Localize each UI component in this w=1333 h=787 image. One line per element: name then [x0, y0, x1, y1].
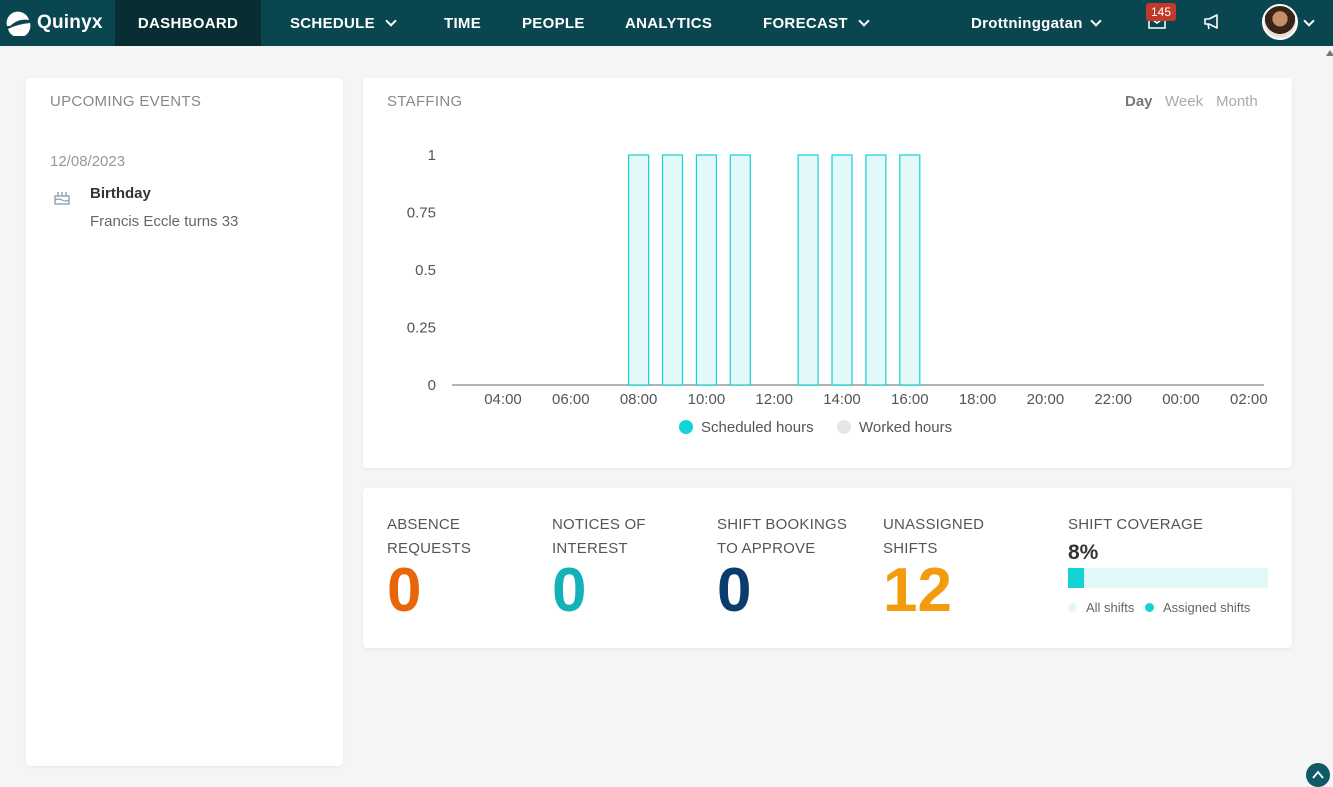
worked-hours-legend-dot — [837, 420, 851, 434]
nav-dashboard-label: DASHBOARD — [137, 14, 239, 32]
x-tick-label: 06:00 — [552, 391, 590, 408]
coverage-legend-all: All shifts — [1068, 600, 1134, 615]
scheduled-hours-bar — [797, 154, 819, 386]
stats-card: ABSENCE REQUESTS 0 NOTICES OF INTEREST 0… — [363, 488, 1292, 648]
top-nav-bar: Quinyx DASHBOARD SCHEDULE TIME PEOPLE AN… — [0, 0, 1333, 46]
nav-people[interactable]: PEOPLE — [522, 0, 585, 46]
nav-schedule[interactable]: SCHEDULE — [290, 0, 397, 46]
page-scrollbar[interactable] — [1324, 46, 1333, 787]
scheduled-hours-bar — [628, 154, 650, 386]
nav-analytics[interactable]: ANALYTICS — [625, 0, 712, 46]
notices-of-interest-stat[interactable]: NOTICES OF INTEREST — [552, 513, 646, 561]
y-tick-label: 0.5 — [415, 262, 436, 279]
scheduled-hours-bar — [729, 154, 751, 386]
megaphone-icon — [1204, 14, 1218, 30]
unit-selector-label: Drottninggatan — [971, 14, 1083, 32]
user-menu-toggle[interactable] — [1303, 12, 1315, 30]
coverage-bar-fill — [1068, 568, 1084, 588]
x-tick-label: 08:00 — [620, 391, 658, 408]
quinyx-logo-icon — [4, 10, 33, 38]
y-tick-label: 0.25 — [407, 320, 436, 337]
unassigned-shifts-stat[interactable]: UNASSIGNED SHIFTS — [883, 513, 984, 561]
nav-forecast[interactable]: FORECAST — [763, 0, 870, 46]
all-shifts-dot — [1068, 603, 1077, 612]
scheduled-hours-bar — [661, 154, 684, 386]
y-tick-label: 1 — [428, 147, 436, 164]
y-tick-label: 0 — [428, 377, 436, 394]
chevron-down-icon — [385, 14, 397, 27]
shift-bookings-stat[interactable]: SHIFT BOOKINGS TO APPROVE — [717, 513, 847, 561]
coverage-bar — [1068, 568, 1268, 588]
worked-hours-legend-label: Worked hours — [859, 419, 952, 436]
assigned-shifts-label: Assigned shifts — [1163, 600, 1251, 615]
absence-requests-value[interactable]: 0 — [387, 560, 421, 622]
scheduled-hours-bar — [899, 154, 921, 386]
x-tick-label: 10:00 — [688, 391, 726, 408]
all-shifts-label: All shifts — [1086, 600, 1135, 615]
event-description: Francis Eccle turns 33 — [90, 213, 239, 230]
x-tick-label: 16:00 — [891, 391, 929, 408]
scheduled-hours-legend-label: Scheduled hours — [701, 419, 814, 436]
chevron-down-icon — [858, 14, 870, 27]
x-tick-label: 14:00 — [823, 391, 861, 408]
scheduled-hours-bar — [865, 154, 887, 386]
scheduled-hours-bar — [831, 154, 853, 386]
user-avatar[interactable] — [1262, 4, 1298, 40]
x-tick-label: 00:00 — [1162, 391, 1200, 408]
absence-label-line1: ABSENCE — [387, 516, 461, 533]
nav-analytics-label: ANALYTICS — [625, 14, 713, 32]
event-date: 12/08/2023 — [50, 153, 126, 170]
nav-schedule-label: SCHEDULE — [290, 14, 375, 32]
chevron-up-icon — [1312, 770, 1324, 779]
scroll-to-top-button[interactable] — [1306, 763, 1330, 787]
upcoming-events-card: UPCOMING EVENTS 12/08/2023 Birthday Fran… — [26, 78, 343, 766]
assigned-shifts-dot — [1145, 603, 1154, 612]
y-tick-label: 0.75 — [407, 205, 436, 222]
cake-icon — [53, 188, 71, 206]
bookings-label-line1: SHIFT BOOKINGS — [717, 516, 848, 533]
shift-coverage-stat: SHIFT COVERAGE 8% — [1068, 513, 1203, 569]
nav-dashboard[interactable]: DASHBOARD — [115, 0, 261, 46]
chevron-down-icon — [1090, 14, 1102, 27]
staffing-chart: 1 0.75 0.5 0.25 0 04:00 06:00 08:00 10:00 12:00 14… — [407, 147, 1268, 436]
unassigned-label-line1: UNASSIGNED — [883, 516, 985, 533]
nav-people-label: PEOPLE — [522, 14, 585, 32]
x-tick-label: 18:00 — [959, 391, 997, 408]
brand-name: Quinyx — [37, 12, 103, 33]
scroll-up-arrow-icon[interactable] — [1326, 50, 1333, 56]
nav-time-label: TIME — [444, 14, 482, 32]
scheduled-hours-bar — [695, 154, 717, 386]
x-tick-label: 12:00 — [755, 391, 793, 408]
x-tick-label: 20:00 — [1027, 391, 1065, 408]
staffing-card: STAFFING Day Week Month 1 0.75 0.5 0.25 0 04:… — [363, 78, 1292, 468]
announcements-button[interactable] — [1202, 12, 1224, 37]
x-tick-label: 04:00 — [484, 391, 522, 408]
nav-forecast-label: FORECAST — [763, 14, 848, 32]
unassigned-shifts-value[interactable]: 12 — [883, 560, 952, 622]
absence-requests-stat[interactable]: ABSENCE REQUESTS — [387, 513, 471, 561]
notices-of-interest-value[interactable]: 0 — [552, 560, 586, 622]
notification-badge: 145 — [1146, 3, 1177, 21]
event-title: Birthday — [90, 185, 151, 202]
upcoming-events-title: UPCOMING EVENTS — [50, 93, 202, 110]
shift-bookings-value[interactable]: 0 — [717, 560, 751, 622]
scheduled-hours-legend-dot — [679, 420, 693, 434]
unit-selector[interactable]: Drottninggatan — [971, 0, 1102, 46]
x-tick-label: 02:00 — [1230, 391, 1268, 408]
notices-label-line1: NOTICES OF — [552, 516, 646, 533]
coverage-label: SHIFT COVERAGE — [1068, 516, 1204, 533]
chevron-down-icon — [1303, 15, 1315, 27]
x-tick-label: 22:00 — [1094, 391, 1132, 408]
coverage-percent: 8% — [1068, 541, 1099, 564]
quinyx-logo[interactable]: Quinyx — [4, 9, 103, 38]
coverage-legend-assigned: Assigned shifts — [1145, 600, 1250, 615]
nav-time[interactable]: TIME — [444, 0, 481, 46]
